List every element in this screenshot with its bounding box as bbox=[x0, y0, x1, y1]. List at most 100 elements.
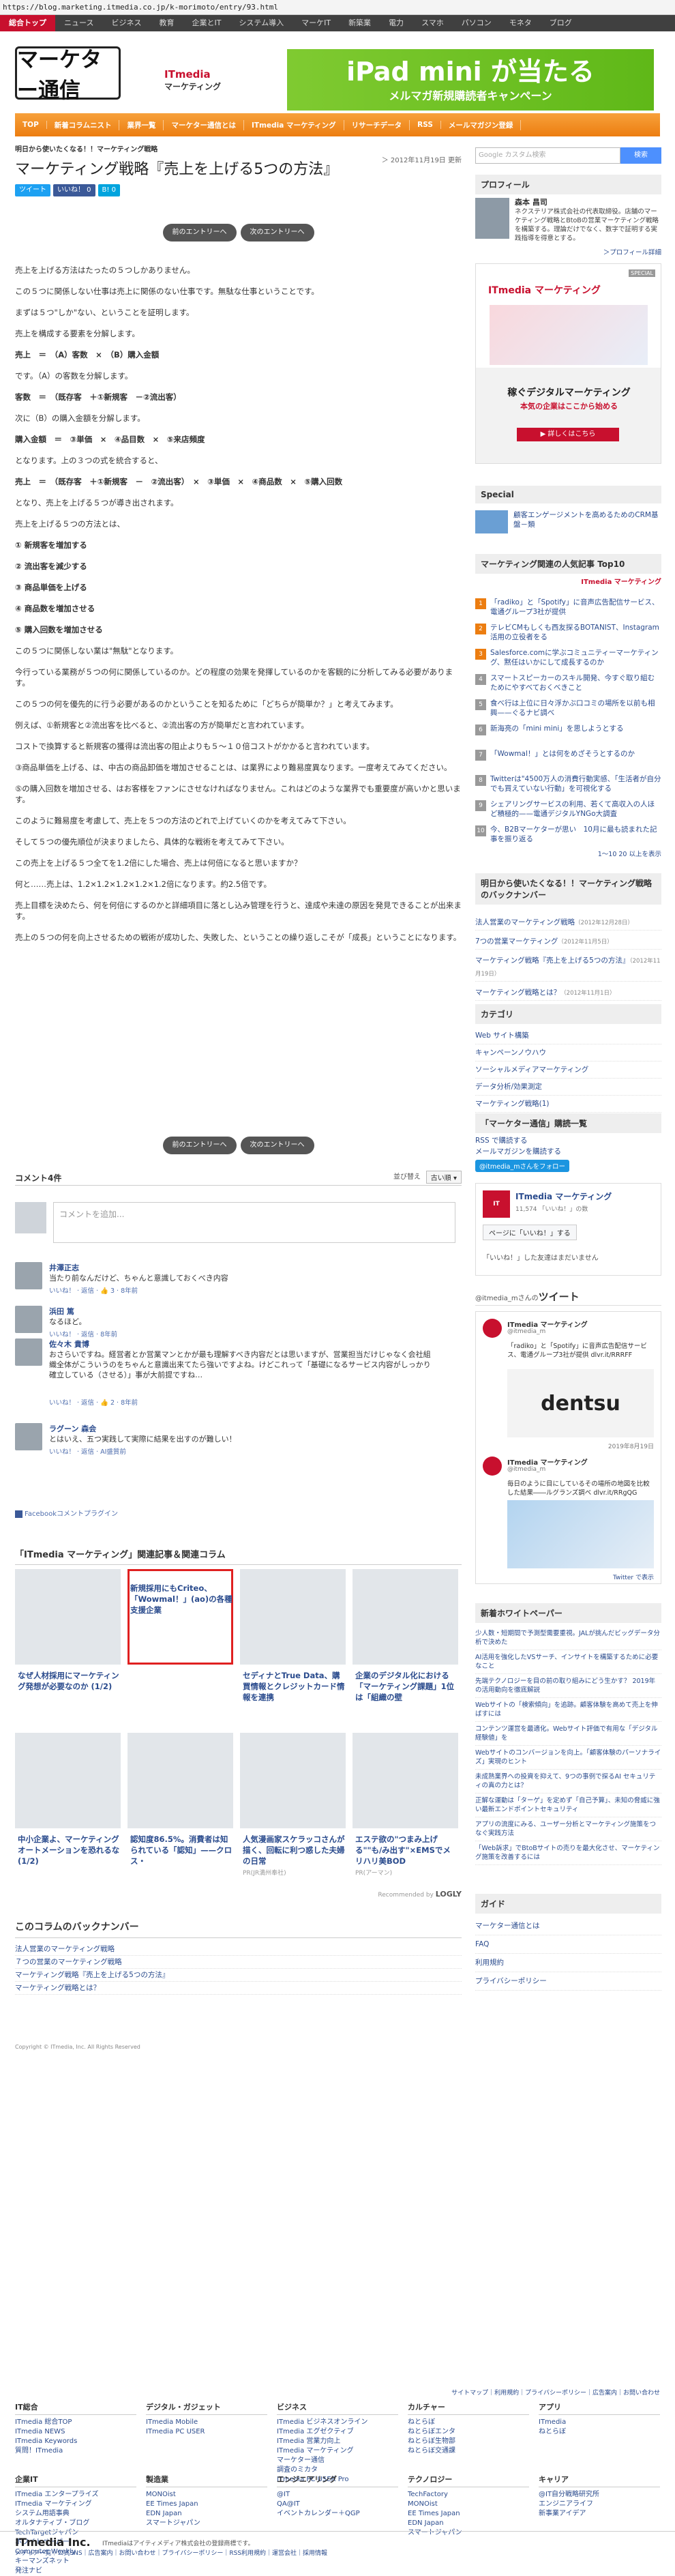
backnumber-item[interactable]: マーケティング戦略『売上を上げる5つの方法』 bbox=[15, 1969, 462, 1982]
footer-link[interactable]: ねとらぼ bbox=[539, 2427, 660, 2437]
gnav-item-1[interactable]: ニュース bbox=[55, 15, 102, 31]
ranking-link[interactable]: Salesforce.comに学ぶコミュニティーマーケティング、黙任はいかにして… bbox=[490, 648, 661, 667]
footer-link[interactable]: ITmedia bbox=[539, 2418, 660, 2427]
tweet2-user[interactable]: ITmedia マーケティング bbox=[507, 1457, 588, 1467]
series-link[interactable]: 法人営業のマーケティング戦略 bbox=[475, 918, 575, 926]
gnav-item-10[interactable]: パソコン bbox=[453, 15, 500, 31]
profile-name[interactable]: 森本 昌司 bbox=[515, 196, 548, 207]
ranking-link[interactable]: テレビCMもしくも西友探るBOTANIST、Instagram活用の立役者をる bbox=[490, 623, 661, 642]
ranking-link[interactable]: 「radiko」と「Spotify」に音声広告配信サービス、電通グループ3社が提… bbox=[490, 598, 661, 617]
comment-actions[interactable]: いいね！ · 返信 · 8年前 bbox=[49, 1329, 117, 1338]
footer-link[interactable]: EE Times Japan bbox=[146, 2500, 267, 2509]
special-link[interactable]: 顧客エンゲージメントを高めるためのCRM基盤－類 bbox=[513, 510, 661, 529]
whitepaper-link[interactable]: Webサイトのコンバージョンを向上。「顧客体験のパーソナライズ」実現のヒント bbox=[475, 1746, 661, 1770]
tweet2-image[interactable] bbox=[507, 1500, 654, 1568]
footer-link[interactable]: @IT自分戦略研究所 bbox=[539, 2490, 660, 2500]
like-button[interactable]: いいね！ 0 bbox=[53, 184, 95, 196]
footer-link[interactable]: EE Times Japan bbox=[408, 2509, 529, 2519]
tweet-embed-link[interactable]: Twitter で表示 bbox=[613, 1572, 654, 1581]
category-link[interactable]: マーケティング戦略(1) bbox=[475, 1096, 661, 1113]
commenter-name[interactable]: 井澤正志 bbox=[49, 1262, 79, 1273]
footer-link[interactable]: ITmedia エグゼクティブ bbox=[277, 2427, 398, 2437]
whitepaper-link[interactable]: Webサイトの「検索傾向」を追跡。顧客体験を高めて売上を伸ばすには bbox=[475, 1698, 661, 1722]
prev-entry-button[interactable]: 前のエントリーへ bbox=[162, 224, 237, 241]
footer-link[interactable]: ITmedia 総合TOP bbox=[15, 2418, 136, 2427]
onav-item-2[interactable]: 業界一覧 bbox=[119, 119, 164, 130]
related-title[interactable]: 認知度86.5%。消費者は知られている「認知」——クロス・ bbox=[130, 1834, 232, 1867]
footer-link[interactable]: 発注ナビ bbox=[15, 2566, 136, 2576]
onav-item-7[interactable]: メールマガジン登録 bbox=[441, 119, 522, 130]
related-title[interactable]: 中小企業よ、マーケティングオートメーションを恐れるな (1/2) bbox=[18, 1834, 120, 1867]
tweet-user[interactable]: ITmedia マーケティング bbox=[507, 1319, 588, 1329]
onav-item-6[interactable]: RSS bbox=[410, 121, 441, 129]
whitepaper-link[interactable]: 「Web訴求」でBtoBサイトの売りを最大化させ、マーケティング施策を改善するに… bbox=[475, 1841, 661, 1865]
gnav-item-12[interactable]: ブログ bbox=[541, 15, 581, 31]
backnumber-item[interactable]: マーケティング戦略とは？ bbox=[15, 1982, 462, 1995]
footer-link[interactable]: ITmedia マーケティング bbox=[277, 2446, 398, 2456]
category-link[interactable]: ソーシャルメディアマーケティング bbox=[475, 1062, 661, 1079]
footer-link[interactable]: エンジニアライフ bbox=[539, 2500, 660, 2509]
backnumber-item[interactable]: 法人営業のマーケティング戦略 bbox=[15, 1943, 462, 1956]
related-thumb[interactable] bbox=[352, 1733, 458, 1828]
comment-input[interactable]: コメントを追加... bbox=[53, 1202, 455, 1243]
footer-link[interactable]: 質問！ITmedia bbox=[15, 2446, 136, 2456]
next-entry-button[interactable]: 次のエントリーへ bbox=[240, 224, 314, 241]
related-thumb[interactable] bbox=[240, 1569, 346, 1665]
search-input[interactable]: Google カスタム検索 bbox=[475, 147, 620, 164]
related-thumb[interactable] bbox=[127, 1733, 233, 1828]
footer-link[interactable]: TechFactory bbox=[408, 2490, 529, 2500]
footer-link[interactable]: 新事業アイデア bbox=[539, 2509, 660, 2519]
footer-link[interactable]: MONOist bbox=[146, 2490, 267, 2500]
gnav-item-4[interactable]: 企業とIT bbox=[183, 15, 230, 31]
footer-link[interactable]: ITmedia PC USER bbox=[146, 2427, 267, 2437]
gnav-item-3[interactable]: 教育 bbox=[150, 15, 183, 31]
gnav-item-9[interactable]: スマホ bbox=[412, 15, 453, 31]
onav-item-3[interactable]: マーケター通信とは bbox=[164, 119, 244, 130]
ad-box[interactable]: ITmedia マーケティング SPECIAL 稼ぐデジタルマーケティング 本気… bbox=[475, 263, 661, 464]
footer-link[interactable]: EDN Japan bbox=[408, 2519, 529, 2528]
footer-link[interactable]: ITmedia ビジネスオンライン bbox=[277, 2418, 398, 2427]
whitepaper-link[interactable]: 正解な運動は「ターゲ」を定めず「自己予算」、未知の脅威に強い最新エンドポイントセ… bbox=[475, 1794, 661, 1817]
related-title[interactable]: 人気漫画家スケラッコさんが描く、回転に利つ惑した夫婦の日常 bbox=[243, 1834, 345, 1867]
footer-link[interactable]: @IT bbox=[277, 2490, 398, 2500]
category-link[interactable]: キャンペーンノウハウ bbox=[475, 1044, 661, 1062]
related-title[interactable]: セディナとTrue Data、購買情報とクレジットカード情報を連携 bbox=[243, 1670, 345, 1703]
sort-select[interactable]: 古い順 ▾ bbox=[425, 1171, 462, 1184]
gnav-item-6[interactable]: マーケIT bbox=[292, 15, 340, 31]
commenter-name[interactable]: 佐々木 貴博 bbox=[49, 1338, 89, 1349]
profile-link[interactable]: ＞プロフィール詳細 bbox=[603, 247, 661, 257]
footer-link[interactable]: ITmedia Keywords bbox=[15, 2437, 136, 2446]
whitepaper-link[interactable]: アプリの流度にみる、ユーザー分析とマーケティング施策をつなぐ実践方法 bbox=[475, 1817, 661, 1841]
tweet-button[interactable]: ツイート bbox=[15, 184, 50, 196]
next-entry-button-bottom[interactable]: 次のエントリーへ bbox=[240, 1137, 314, 1154]
ranking-link[interactable]: 食べ行は上位に日々浮かぶ口コミの場所を以前も相興——ぐるナビ調べ bbox=[490, 699, 661, 718]
onav-item-4[interactable]: ITmedia マーケティング bbox=[244, 119, 344, 130]
fb-page-name[interactable]: ITmedia マーケティング bbox=[515, 1190, 612, 1202]
related-thumb[interactable] bbox=[352, 1569, 458, 1665]
footer-link[interactable]: ITmedia エンタープライズ bbox=[15, 2490, 136, 2500]
footer-links[interactable]: メディア一覧｜公式SNS｜広告案内｜お問い合わせ｜プライバシーポリシー｜RSS利… bbox=[15, 2548, 327, 2557]
ranking-link[interactable]: 「Wowmal！」とは何をめざそうとするのか bbox=[490, 749, 661, 759]
guide-link[interactable]: プライバシーポリシー bbox=[475, 1972, 661, 1991]
gnav-item-2[interactable]: ビジネス bbox=[102, 15, 150, 31]
ranking-link[interactable]: 新海亮の「mini mini」を思しようとする bbox=[490, 724, 661, 733]
whitepaper-link[interactable]: コンテンツ運営を最適化。Webサイト評価で有用な「デジタル経験値」を bbox=[475, 1722, 661, 1746]
footer-link[interactable]: ITmedia Mobile bbox=[146, 2418, 267, 2427]
related-title[interactable]: エステ欲の"つまみ上げる""も/み出す"×EMSでメリハリ美BOD bbox=[355, 1834, 457, 1867]
category-link[interactable]: データ分析/効果測定 bbox=[475, 1079, 661, 1096]
backnumber-item[interactable]: ７つの営業のマーケティング戦略 bbox=[15, 1956, 462, 1969]
footer-link[interactable]: ねとらぼ交通課 bbox=[408, 2446, 529, 2456]
footer-sitemap[interactable]: サイトマップ｜利用規約｜プライバシーポリシー｜広告案内｜お問い合わせ bbox=[451, 2388, 660, 2397]
comment-actions[interactable]: いいね！ · 返信 · AI盛質前 bbox=[49, 1446, 126, 1456]
related-title[interactable]: なぜ人材採用にマーケティング発想が必要なのか (1/2) bbox=[18, 1670, 120, 1692]
ranking-link[interactable]: スマートスピーカーのスキル開発、今すぐ取り組むためにやすべておくべきこと bbox=[490, 673, 661, 692]
gnav-item-5[interactable]: システム導入 bbox=[230, 15, 292, 31]
comment-actions[interactable]: いいね！ · 返信 · 👍 3 · 8年前 bbox=[49, 1285, 138, 1295]
tweet-image[interactable]: dentsu bbox=[507, 1369, 654, 1437]
address-bar[interactable]: https://blog.marketing.itmedia.co.jp/k-m… bbox=[0, 0, 675, 15]
related-thumb[interactable] bbox=[15, 1733, 121, 1828]
ranking-link[interactable]: シェアリングサービスの利用、若くて高収入の人ほど積極的——電通デジタルYNGo大… bbox=[490, 800, 661, 819]
whitepaper-link[interactable]: AI活用を強化したVSサーチ、インサイトを構築するために必要なこと bbox=[475, 1650, 661, 1674]
ranking-link[interactable]: Twitterは"4500万人の消費行動実感、「生活者が自分でも買えていない行動… bbox=[490, 774, 661, 793]
breadcrumb[interactable]: 明日から使いたくなる！！マーケティング戦略 bbox=[15, 143, 158, 153]
